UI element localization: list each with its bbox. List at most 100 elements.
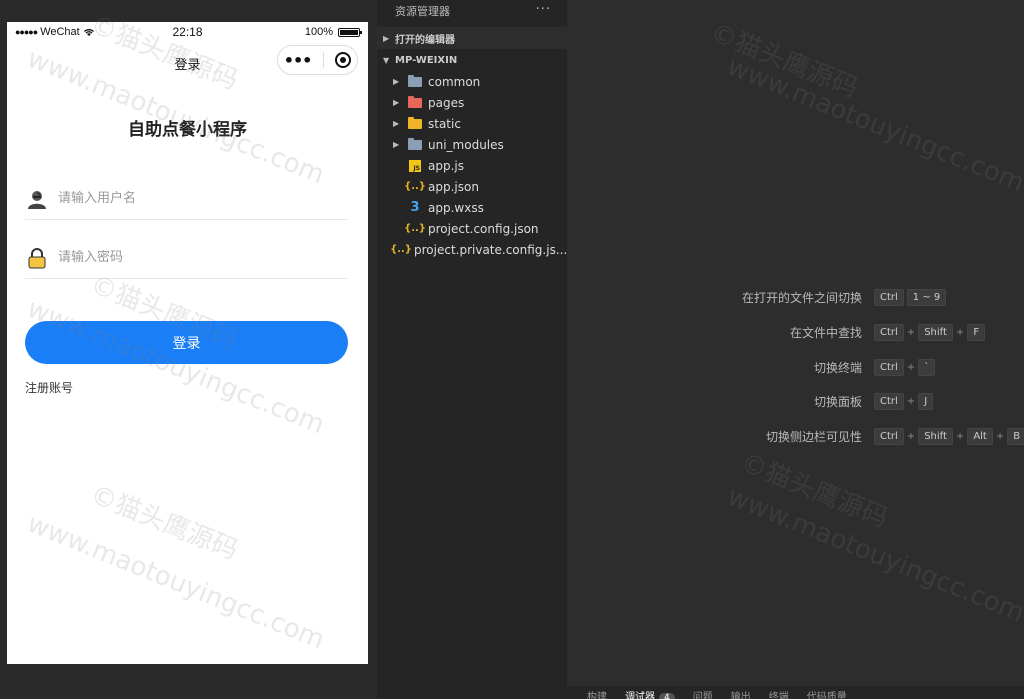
- shortcut-keys: Ctrl + J: [874, 392, 1024, 410]
- more-icon[interactable]: •••: [284, 51, 313, 70]
- key-cap: `: [918, 358, 936, 376]
- key-cap: Shift: [918, 323, 953, 341]
- folder-icon: [407, 95, 423, 110]
- watermark-url: www.maotouyingcc.com: [22, 293, 329, 441]
- watermark-text: ©猫头鹰源码: [706, 17, 863, 104]
- shortcut-label: 在文件中查找: [789, 325, 862, 340]
- shortcut-keys: Ctrl + Shift + F: [874, 323, 1024, 341]
- bottom-panel-tabs: 构建 调试器 4 问题 输出 终端 代码质量: [567, 686, 1024, 699]
- key-plus: +: [995, 430, 1005, 442]
- folder-shape: [408, 74, 422, 87]
- more-actions-icon[interactable]: ···: [536, 2, 551, 17]
- shortcut-keys: Ctrl + Shift + Alt + B: [874, 427, 1024, 445]
- watermark-url: www.maotouyingcc.com: [722, 481, 1024, 629]
- key-cap: Ctrl: [874, 323, 904, 341]
- braces-glyph: {..}: [404, 181, 426, 192]
- file-tree-item[interactable]: ▶ static: [377, 113, 567, 134]
- watermark-text: ©猫头鹰源码: [86, 479, 243, 566]
- panel-tab[interactable]: 代码质量: [807, 688, 847, 699]
- file-name: project.private.config.js...: [414, 242, 568, 257]
- json-file-icon: {..}: [390, 243, 412, 257]
- panel-tab-label: 问题: [692, 692, 713, 699]
- shortcut-label: 切换侧边栏可见性: [765, 429, 862, 444]
- key-cap: J: [918, 392, 934, 410]
- explorer-panel: 资源管理器 ··· ▶ 打开的编辑器 ▼ MP-WEIXIN ▶ common ▶ p…: [377, 0, 567, 699]
- folder-icon: [407, 137, 423, 152]
- battery-icon: [338, 27, 362, 37]
- file-tree-item[interactable]: ▶ pages: [377, 92, 567, 113]
- file-name: app.wxss: [428, 200, 484, 215]
- folder-shape: [408, 116, 422, 129]
- shortcut-keys: Ctrl + `: [874, 358, 1024, 376]
- user-avatar-icon: [28, 190, 46, 209]
- json-file-icon: {..}: [404, 222, 426, 236]
- file-name: uni_modules: [428, 137, 504, 152]
- panel-tab[interactable]: 输出: [731, 688, 751, 699]
- close-miniprogram-icon[interactable]: [335, 52, 352, 68]
- shortcut-label: 在打开的文件之间切换: [741, 290, 862, 305]
- chevron-right-icon: ▶: [393, 140, 400, 149]
- key-cap: Alt: [967, 427, 993, 445]
- file-tree-item[interactable]: {..} app.json: [377, 176, 567, 197]
- simulator-panel: ●●●●● WeChat 22:18 100% 登录 ••• 自助点餐小程序 请…: [0, 0, 376, 699]
- watermark-text: ©猫头鹰源码: [736, 447, 893, 534]
- devtools-window: ●●●●● WeChat 22:18 100% 登录 ••• 自助点餐小程序 请…: [0, 0, 1024, 699]
- register-link[interactable]: 注册账号: [25, 379, 73, 396]
- shortcut-keys: Ctrl 1 ~ 9: [874, 288, 1024, 306]
- battery-percent: 100%: [304, 26, 333, 38]
- file-tree-item[interactable]: ▶ uni_modules: [377, 134, 567, 155]
- file-tree-item[interactable]: ▶ common: [377, 71, 567, 92]
- braces-glyph: {..}: [404, 223, 426, 234]
- shortcut-row: 在打开的文件之间切换 Ctrl 1 ~ 9: [567, 287, 1024, 307]
- key-plus: +: [906, 395, 916, 407]
- nav-bar: 登录 •••: [7, 42, 368, 82]
- file-tree-item[interactable]: 3 app.wxss: [377, 197, 567, 218]
- watermark-url: www.maotouyingcc.com: [22, 508, 329, 656]
- json-file-icon: {..}: [404, 180, 426, 194]
- js-badge: JS: [409, 159, 421, 172]
- key-cap: Ctrl: [874, 358, 904, 376]
- file-tree-item[interactable]: JS app.js: [377, 155, 567, 176]
- open-editors-section[interactable]: ▶ 打开的编辑器: [377, 27, 567, 49]
- file-name: app.js: [428, 158, 464, 173]
- project-section[interactable]: ▼ MP-WEIXIN: [377, 49, 567, 71]
- username-field: [25, 178, 348, 220]
- chevron-right-icon: ▶: [383, 33, 390, 43]
- shortcut-label: 切换面板: [813, 394, 862, 409]
- panel-tab-label: 终端: [768, 692, 789, 699]
- phone-screen: ●●●●● WeChat 22:18 100% 登录 ••• 自助点餐小程序 请…: [7, 10, 368, 664]
- file-name: app.json: [428, 179, 479, 194]
- key-cap: Ctrl: [874, 392, 904, 410]
- key-cap: F: [967, 323, 986, 341]
- key-cap: Shift: [918, 427, 953, 445]
- menu-capsule: •••: [277, 45, 358, 75]
- username-input[interactable]: [58, 191, 348, 206]
- folder-shape: [408, 137, 422, 150]
- css3-glyph: 3: [410, 200, 420, 215]
- key-plus: +: [955, 326, 965, 338]
- project-label: MP-WEIXIN: [395, 54, 458, 66]
- chevron-down-icon: ▼: [383, 55, 390, 65]
- file-tree-item[interactable]: {..} project.config.json: [377, 218, 567, 239]
- key-plus: +: [955, 430, 965, 442]
- shortcut-row: 切换侧边栏可见性 Ctrl + Shift + Alt + B: [567, 426, 1024, 446]
- panel-tab-label: 输出: [730, 692, 751, 699]
- shortcut-label: 切换终端: [813, 360, 862, 375]
- key-cap: B: [1007, 427, 1024, 445]
- panel-tab[interactable]: 调试器 4: [625, 688, 675, 699]
- panel-tab[interactable]: 构建: [587, 688, 607, 699]
- panel-tab[interactable]: 终端: [769, 688, 789, 699]
- password-input[interactable]: [58, 250, 348, 265]
- file-name: project.config.json: [428, 221, 539, 236]
- key-cap: Ctrl: [874, 288, 904, 306]
- shortcut-row: 切换面板 Ctrl + J: [567, 391, 1024, 411]
- file-tree-item[interactable]: {..} project.private.config.js...: [377, 239, 567, 260]
- panel-tab[interactable]: 问题: [693, 688, 713, 699]
- file-name: common: [428, 74, 481, 89]
- editor-area: 在打开的文件之间切换 Ctrl 1 ~ 9 在文件中查找 Ctrl + Shift + F 切换终…: [567, 0, 1024, 699]
- shortcut-row: 切换终端 Ctrl + `: [567, 357, 1024, 377]
- key-cap: Ctrl: [874, 427, 904, 445]
- css-file-icon: 3: [407, 200, 423, 215]
- login-button[interactable]: 登录: [25, 321, 348, 364]
- count-badge: 4: [659, 693, 675, 699]
